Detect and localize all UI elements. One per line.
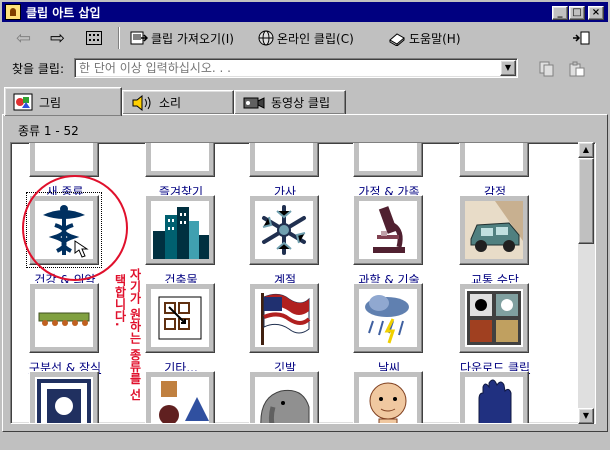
copy-button[interactable] [536,58,558,80]
tab-videos[interactable]: 동영상 클립 [234,90,346,114]
keypad-icon [86,31,102,45]
film-icon [243,96,265,109]
category-thumbnail[interactable] [353,195,423,265]
search-combobox[interactable]: ▼ [74,58,518,78]
glove-icon [465,377,523,423]
category-thumbnail[interactable] [353,283,423,353]
weather-icon [359,289,417,347]
other-icon [151,289,209,347]
tab-videos-label: 동영상 클립 [271,96,331,110]
import-clips-label: 클립 가져오기(I) [151,31,234,46]
search-label: 찾을 클립: [12,62,65,76]
car-icon [465,201,523,259]
category-thumbnail[interactable] [459,143,529,177]
category-thumbnail[interactable] [353,143,423,177]
restore-pane-button[interactable] [572,26,590,50]
window-title: 클립 아트 삽입 [26,6,101,20]
clipart-app-icon[interactable] [5,4,21,20]
category-thumbnail[interactable] [249,143,319,177]
tab-pictures[interactable]: 그림 [4,87,122,116]
category-thumbnail[interactable] [459,283,529,353]
forward-arrow-icon: ⇨ [50,27,66,49]
buildings-icon [151,201,209,259]
category-thumbnail[interactable] [249,371,319,423]
family-icon [359,143,417,171]
microscope-icon [359,201,417,259]
elephant-icon [255,377,313,423]
frame-icon [35,377,93,423]
tab-sounds-label: 소리 [159,96,182,110]
annotation-line-1: 택합니다. [113,274,127,327]
tab-sounds[interactable]: 소리 [122,90,234,114]
pane-toggle-icon [573,31,590,45]
category-thumbnail[interactable] [145,283,215,353]
divider-icon [35,289,93,347]
triangle-down-icon: ▼ [582,411,590,420]
copy-icon [539,61,554,77]
vertical-scrollbar[interactable]: ▲ ▼ [578,142,594,424]
new-category-icon [35,143,93,171]
triangle-up-icon: ▲ [582,145,590,154]
help-label: 도움말(H) [409,31,461,46]
view-grid-button[interactable] [86,26,102,50]
online-clips-button[interactable]: 온라인 클립(C) [258,26,354,50]
category-thumbnail[interactable] [459,371,529,423]
paste-button[interactable] [566,58,588,80]
online-clips-label: 온라인 클립(C) [277,31,354,46]
search-input[interactable] [77,60,497,76]
help-book-icon [389,33,405,46]
import-clips-icon [130,31,148,45]
emotion-icon [465,143,523,171]
category-thumbnail[interactable] [145,195,215,265]
minimize-button[interactable]: _ [552,6,568,20]
annotation-line-2: 자기가 원하는 종류를 선 [128,268,142,401]
shapes-icon [151,377,209,423]
snowflake-icon [255,201,313,259]
chevron-down-icon: ▼ [504,63,512,72]
annotation-text: 자기가 원하는 종류를 선 택합니다. [112,268,142,418]
category-thumbnail[interactable] [29,371,99,423]
tab-pictures-label: 그림 [39,95,62,110]
paste-icon [569,61,585,77]
category-thumbnail[interactable] [249,195,319,265]
scroll-thumb[interactable] [578,158,594,244]
toolbar: ⇦ ⇨ 클립 가져오기(I) 온라인 클립(C) 도움말(H) [2,24,608,52]
annotation-highlight-circle [22,175,128,281]
category-thumbnail[interactable] [353,371,423,423]
picture-icon [13,93,33,111]
maximize-button[interactable]: □ [569,6,585,20]
back-arrow-icon: ⇦ [16,27,32,49]
search-dropdown-button[interactable]: ▼ [500,60,516,76]
category-thumbnail[interactable] [29,143,99,177]
category-thumbnail[interactable] [29,283,99,353]
category-thumbnail[interactable] [145,143,215,177]
globe-icon [258,30,274,46]
speaker-icon [132,94,151,111]
category-thumbnail[interactable] [249,283,319,353]
forward-button[interactable]: ⇨ [50,26,65,50]
title-bar[interactable]: 클립 아트 삽입 _ □ × [2,2,608,22]
scroll-down-button[interactable]: ▼ [578,408,594,424]
category-count: 종류 1 - 52 [18,124,79,138]
category-thumbnail[interactable] [459,195,529,265]
close-button[interactable]: × [588,6,604,20]
toolbar-separator [118,27,120,49]
flag-icon [255,289,313,347]
favorites-icon [151,143,209,171]
import-clips-button[interactable]: 클립 가져오기(I) [130,26,234,50]
scroll-up-button[interactable]: ▲ [578,142,594,158]
status-bar [2,434,608,448]
download-icon [465,289,523,347]
baby-icon [359,377,417,423]
desk-icon [255,143,313,171]
category-thumbnail[interactable] [145,371,215,423]
back-button[interactable]: ⇦ [16,26,31,50]
help-button[interactable]: 도움말(H) [388,26,461,50]
